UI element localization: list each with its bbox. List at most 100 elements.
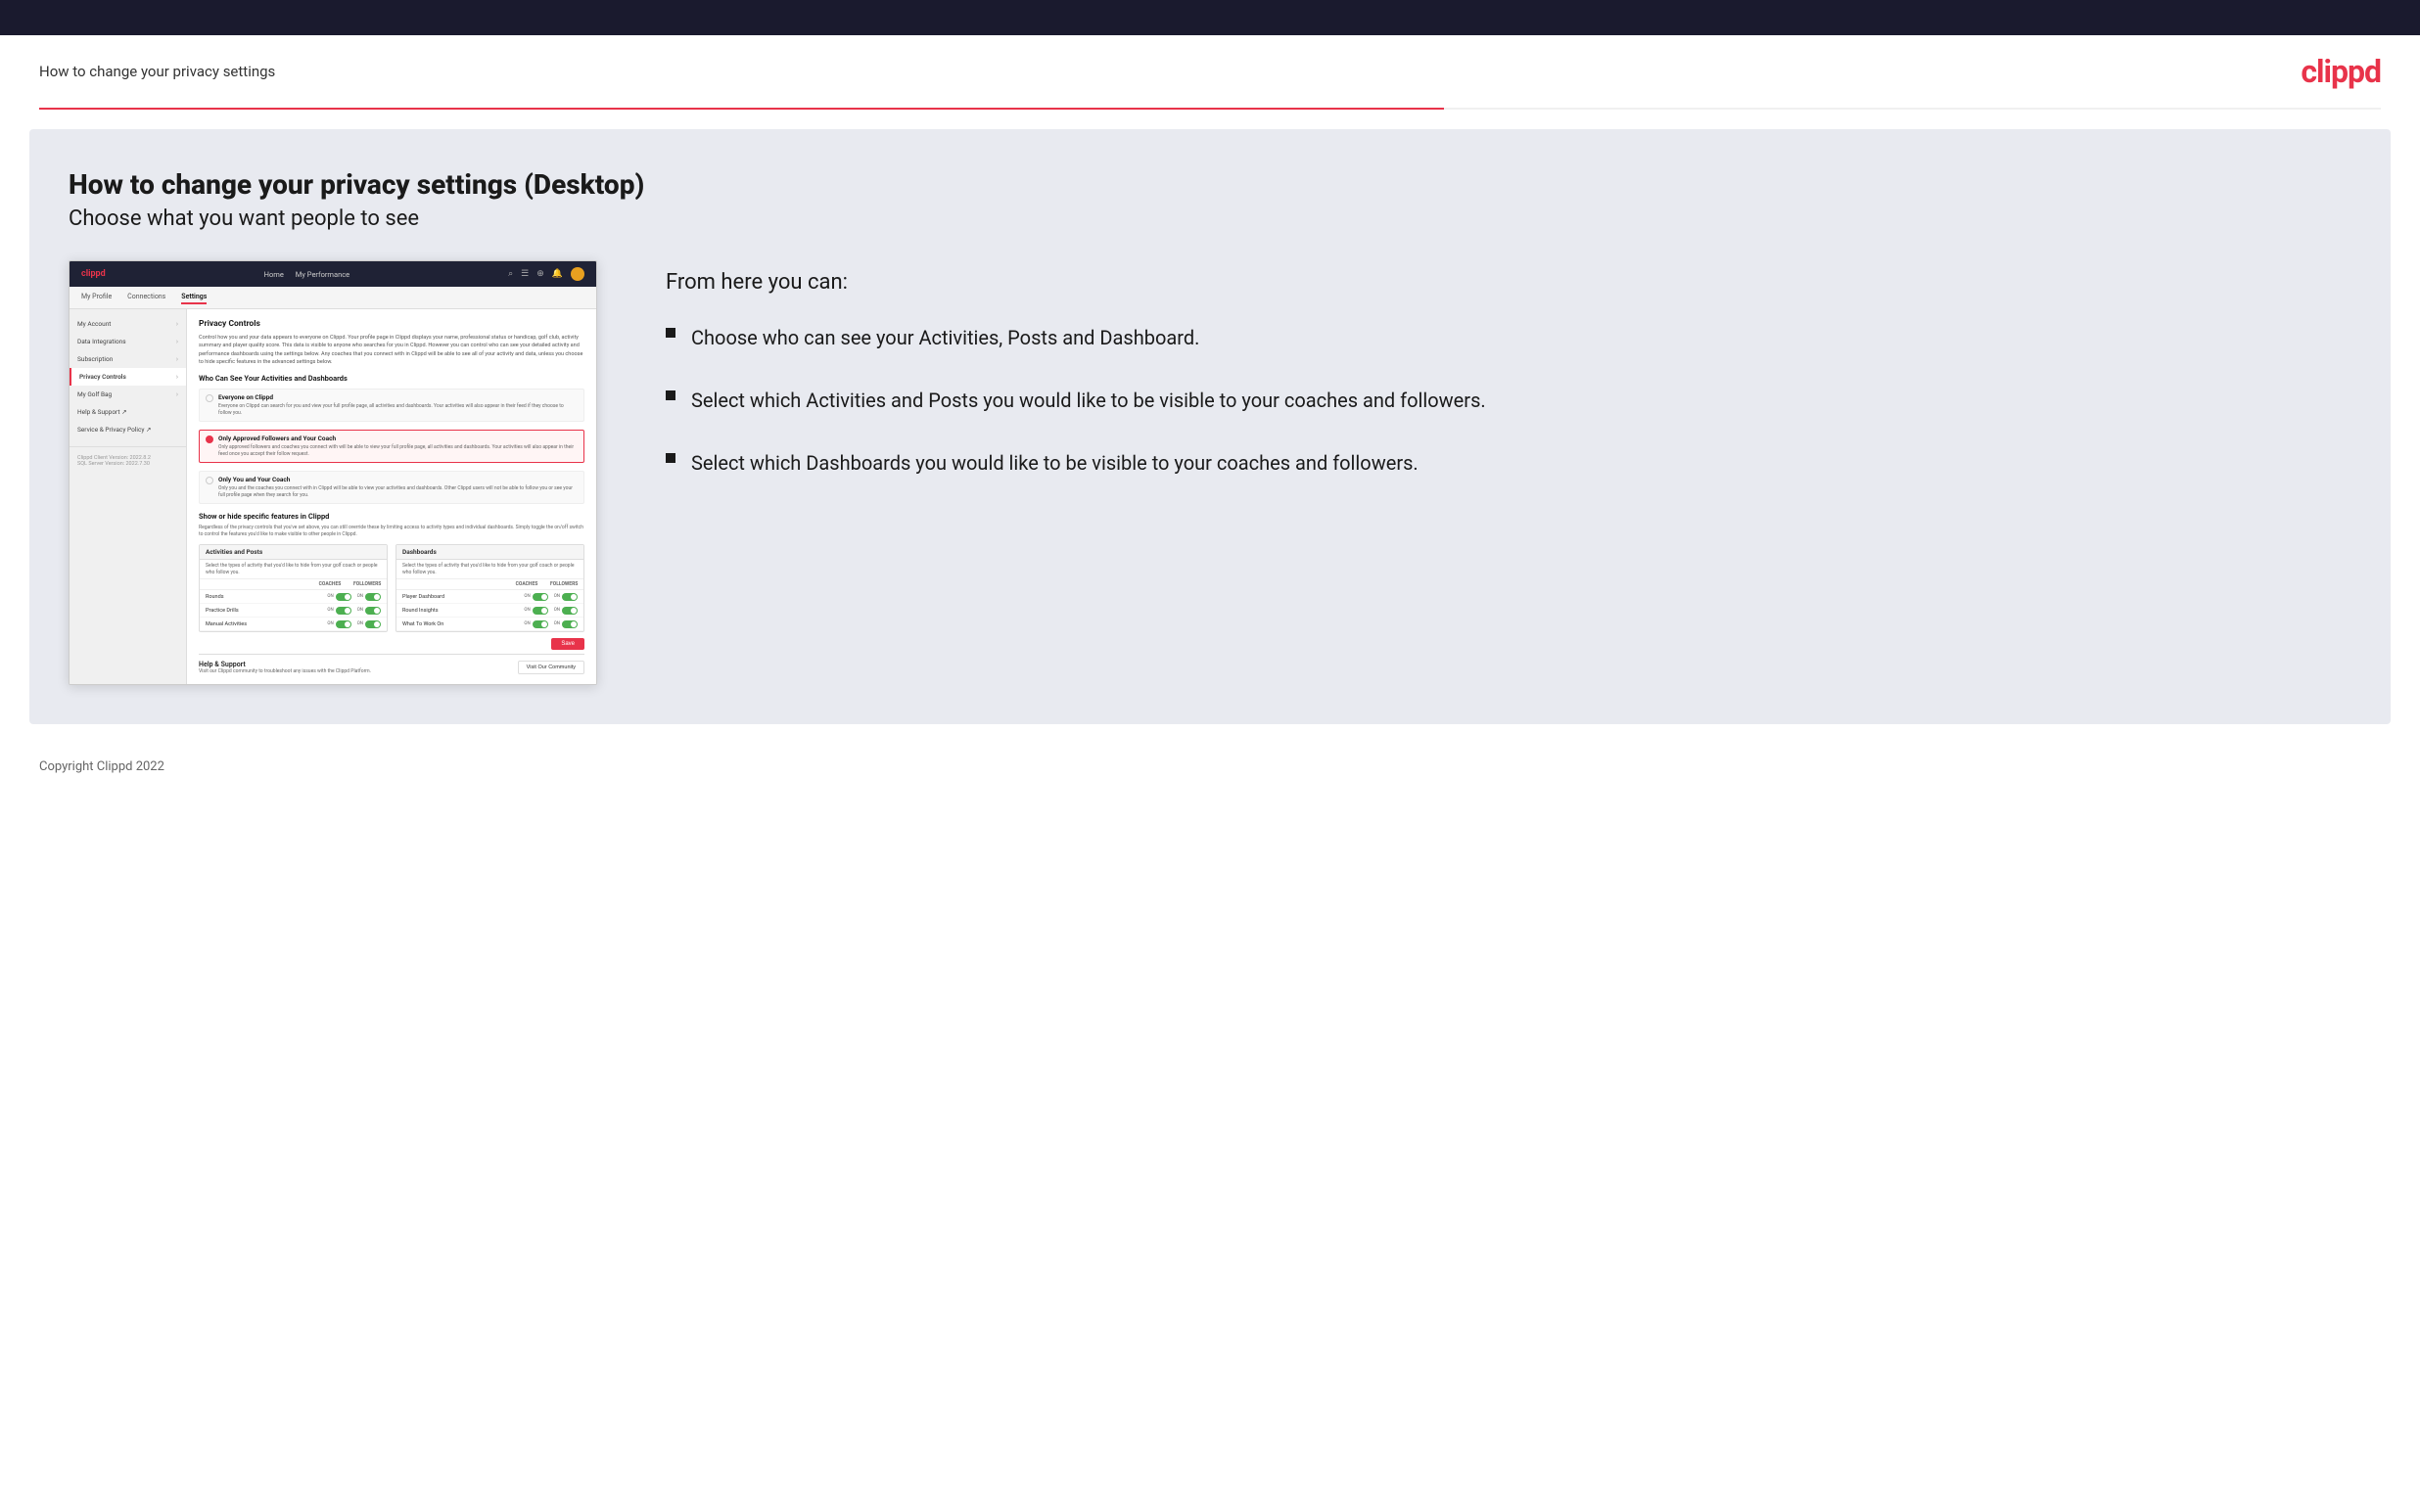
- sidebar-item-integrations[interactable]: Data Integrations ›: [70, 333, 186, 350]
- coaches-label-activities: COACHES: [316, 581, 344, 587]
- activities-col-labels: COACHES FOLLOWERS: [200, 579, 387, 590]
- manual-coaches-toggle[interactable]: ON: [327, 620, 350, 628]
- save-button[interactable]: Save: [551, 638, 584, 650]
- bullet-text-2: Select which Activities and Posts you wo…: [691, 387, 1486, 414]
- practice-coaches-switch[interactable]: [336, 607, 351, 615]
- manual-activities-row: Manual Activities ON ON: [200, 618, 387, 631]
- help-section: Help & Support Visit our Clippd communit…: [199, 654, 584, 674]
- bullet-square-1: [666, 328, 675, 338]
- sidebar-footer: Clippd Client Version: 2022.8.2 SQL Serv…: [70, 446, 186, 475]
- sidebar-item-golfbag[interactable]: My Golf Bag ›: [70, 386, 186, 403]
- rounds-coaches-on-text: ON: [327, 594, 333, 599]
- what-followers-toggle[interactable]: ON: [554, 620, 578, 628]
- save-row: Save: [199, 632, 584, 654]
- manual-followers-switch[interactable]: [365, 620, 381, 628]
- help-title: Help & Support: [199, 661, 371, 668]
- radio-only-you[interactable]: Only You and Your Coach Only you and the…: [199, 471, 584, 504]
- app-nav-performance[interactable]: My Performance: [296, 270, 349, 279]
- app-nav-icons: ⌕ ☰ ⊕ 🔔: [508, 267, 584, 281]
- rounds-label: Rounds: [206, 594, 224, 600]
- rounds-toggles: ON ON: [327, 593, 381, 601]
- sidebar-item-account[interactable]: My Account ›: [70, 315, 186, 333]
- player-coaches-switch[interactable]: [533, 593, 548, 601]
- app-nav-links: Home My Performance: [264, 270, 350, 279]
- practice-followers-text: ON: [357, 608, 363, 613]
- page-subheading: Choose what you want people to see: [69, 206, 2351, 231]
- bullet-square-2: [666, 390, 675, 400]
- what-followers-text: ON: [554, 621, 560, 626]
- sidebar-label-help: Help & Support ↗: [77, 408, 127, 416]
- round-followers-toggle[interactable]: ON: [554, 607, 578, 615]
- rounds-row: Rounds ON ON: [200, 590, 387, 604]
- radio-everyone[interactable]: Everyone on Clippd Everyone on Clippd ca…: [199, 389, 584, 422]
- coaches-label-dashboards: COACHES: [513, 581, 540, 587]
- header: How to change your privacy settings clip…: [0, 35, 2420, 108]
- sidebar-label-integrations: Data Integrations: [77, 338, 126, 345]
- rounds-followers-switch[interactable]: [365, 593, 381, 601]
- showhide-desc: Regardless of the privacy controls that …: [199, 525, 584, 538]
- privacy-controls-desc: Control how you and your data appears to…: [199, 334, 584, 366]
- screenshot-area: clippd Home My Performance ⌕ ☰ ⊕ 🔔: [69, 260, 617, 685]
- sidebar-item-help[interactable]: Help & Support ↗: [70, 403, 186, 421]
- round-coaches-toggle[interactable]: ON: [524, 607, 547, 615]
- search-icon[interactable]: ⌕: [508, 269, 513, 279]
- activities-dashboards-columns: Activities and Posts Select the types of…: [199, 544, 584, 632]
- sidebar-item-subscription[interactable]: Subscription ›: [70, 350, 186, 368]
- who-can-see-title: Who Can See Your Activities and Dashboar…: [199, 374, 584, 383]
- practice-followers-toggle[interactable]: ON: [357, 607, 381, 615]
- radio-desc-approved: Only approved followers and coaches you …: [218, 444, 578, 458]
- sidebar-item-privacy[interactable]: Privacy Controls ›: [70, 368, 186, 386]
- rounds-coaches-toggle[interactable]: ON: [327, 593, 350, 601]
- radio-approved[interactable]: Only Approved Followers and Your Coach O…: [199, 430, 584, 463]
- sidebar-label-subscription: Subscription: [77, 355, 113, 363]
- community-button[interactable]: Visit Our Community: [518, 661, 584, 674]
- chevron-icon-golfbag: ›: [176, 390, 178, 398]
- activities-col-desc: Select the types of activity that you'd …: [200, 560, 387, 579]
- subnav-profile[interactable]: My Profile: [81, 291, 112, 304]
- round-insights-label: Round Insights: [402, 608, 439, 614]
- player-dashboard-label: Player Dashboard: [402, 594, 444, 600]
- manual-followers-toggle[interactable]: ON: [357, 620, 381, 628]
- app-navbar: clippd Home My Performance ⌕ ☰ ⊕ 🔔: [70, 261, 596, 287]
- sidebar-item-privacy-policy[interactable]: Service & Privacy Policy ↗: [70, 421, 186, 438]
- what-coaches-switch[interactable]: [533, 620, 548, 628]
- round-coaches-switch[interactable]: [533, 607, 548, 615]
- practice-followers-switch[interactable]: [365, 607, 381, 615]
- radio-title-approved: Only Approved Followers and Your Coach: [218, 435, 578, 442]
- globe-icon[interactable]: ⊕: [536, 269, 544, 279]
- rounds-followers-toggle[interactable]: ON: [357, 593, 381, 601]
- rounds-coaches-switch[interactable]: [336, 593, 351, 601]
- what-coaches-toggle[interactable]: ON: [524, 620, 547, 628]
- activities-col-header: Activities and Posts: [200, 545, 387, 560]
- sql-version: SQL Server Version: 2022.7.30: [77, 461, 178, 467]
- manual-followers-text: ON: [357, 621, 363, 626]
- chevron-icon-account: ›: [176, 320, 178, 328]
- sidebar-label-privacy-policy: Service & Privacy Policy ↗: [77, 426, 152, 434]
- player-coaches-toggle[interactable]: ON: [524, 593, 547, 601]
- header-title: How to change your privacy settings: [39, 63, 275, 80]
- radio-dot-approved: [206, 435, 213, 443]
- subnav-connections[interactable]: Connections: [127, 291, 165, 304]
- practice-coaches-toggle[interactable]: ON: [327, 607, 350, 615]
- manual-coaches-switch[interactable]: [336, 620, 351, 628]
- what-followers-switch[interactable]: [562, 620, 578, 628]
- player-followers-text: ON: [554, 594, 560, 599]
- copyright-text: Copyright Clippd 2022: [39, 759, 164, 774]
- bullet-item-1: Choose who can see your Activities, Post…: [666, 324, 2351, 351]
- help-desc: Visit our Clippd community to troublesho…: [199, 668, 371, 674]
- radio-dot-everyone: [206, 394, 213, 402]
- bullet-square-3: [666, 453, 675, 463]
- bell-icon[interactable]: 🔔: [552, 269, 563, 279]
- subnav-settings[interactable]: Settings: [181, 291, 207, 304]
- app-nav-home[interactable]: Home: [264, 270, 284, 279]
- avatar[interactable]: [571, 267, 584, 281]
- round-followers-switch[interactable]: [562, 607, 578, 615]
- player-followers-switch[interactable]: [562, 593, 578, 601]
- practice-coaches-text: ON: [327, 608, 333, 613]
- bullet-item-3: Select which Dashboards you would like t…: [666, 449, 2351, 477]
- radio-desc-only-you: Only you and the coaches you connect wit…: [218, 485, 578, 499]
- player-followers-toggle[interactable]: ON: [554, 593, 578, 601]
- player-coaches-text: ON: [524, 594, 530, 599]
- radio-title-everyone: Everyone on Clippd: [218, 393, 578, 401]
- grid-icon[interactable]: ☰: [521, 269, 529, 279]
